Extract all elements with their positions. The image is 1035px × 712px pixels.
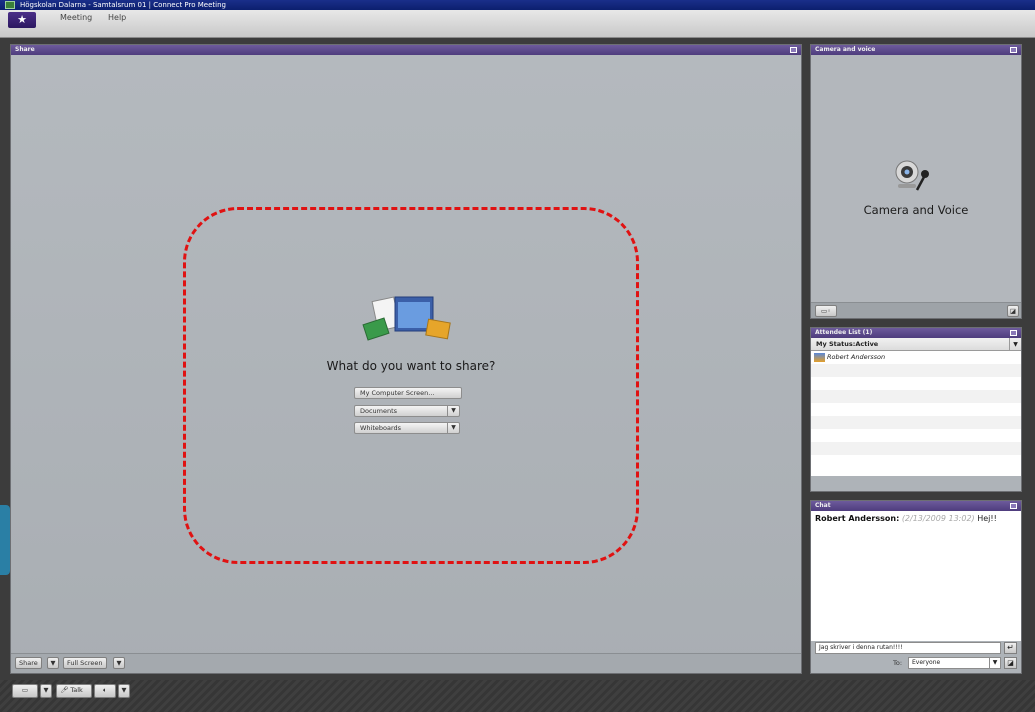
pod-menu-icon[interactable]: ◪ — [1007, 305, 1019, 317]
list-item-empty — [811, 364, 1021, 377]
share-documents-label: Documents — [360, 407, 398, 415]
full-screen-button[interactable]: Full Screen — [63, 657, 107, 669]
chevron-down-icon[interactable]: ▼ — [40, 684, 52, 698]
list-item-empty — [811, 390, 1021, 403]
menu-bar: ★ Meeting Help — [0, 10, 1035, 38]
list-item-empty — [811, 442, 1021, 455]
chat-sender: Robert Andersson: — [815, 514, 900, 523]
chat-recipient-select[interactable]: Everyone ▼ — [908, 657, 1001, 669]
share-whiteboards-label: Whiteboards — [360, 424, 402, 432]
share-pod: Share What do you want to share? My Comp… — [10, 44, 802, 674]
chat-to-label: To: — [893, 659, 903, 667]
camera-voice-pod: Camera and voice Camera and Voice ▭◦ ◪ — [810, 44, 1022, 319]
chat-pod-title: Chat — [815, 502, 831, 509]
chevron-down-icon[interactable]: ▼ — [447, 406, 459, 416]
camera-pod-title: Camera and voice — [815, 46, 876, 53]
pod-options-icon[interactable] — [1010, 330, 1017, 336]
list-item-empty — [811, 377, 1021, 390]
share-pod-footer: Share ▼ Full Screen ▼ — [11, 653, 801, 673]
share-screen-button[interactable]: My Computer Screen... — [354, 387, 462, 399]
list-item[interactable]: Robert Andersson — [811, 351, 1021, 364]
side-panel-tab[interactable] — [0, 505, 10, 575]
camera-voice-label: Camera and Voice — [863, 203, 969, 217]
attendee-list: Robert Andersson — [811, 351, 1021, 476]
connect-logo-icon[interactable]: ★ — [8, 12, 36, 28]
attendee-list-pod: Attendee List (1) My Status:Active ▼ Rob… — [810, 327, 1022, 492]
share-content-icon — [362, 296, 451, 341]
share-screen-label: My Computer Screen... — [360, 389, 435, 397]
host-user-icon — [814, 353, 825, 362]
webcam-microphone-icon — [895, 160, 929, 191]
camera-voice-toggle-button[interactable]: ▭◦ — [815, 305, 837, 317]
menu-meeting[interactable]: Meeting — [60, 13, 92, 22]
chat-recipient-value: Everyone — [912, 659, 941, 666]
share-whiteboards-button[interactable]: Whiteboards ▼ — [354, 422, 460, 434]
pod-menu-icon[interactable]: ◪ — [1004, 657, 1017, 669]
chat-pod-header: Chat — [811, 501, 1021, 511]
share-menu-button[interactable]: Share — [15, 657, 42, 669]
annotation-dashed-outline — [183, 207, 639, 564]
chevron-down-icon[interactable]: ▼ — [113, 657, 125, 669]
camera-pod-header: Camera and voice — [811, 45, 1021, 55]
camera-button[interactable]: ▭ — [12, 684, 38, 698]
camera-pod-footer: ▭◦ ◪ — [811, 302, 1021, 318]
list-item-empty — [811, 416, 1021, 429]
send-message-icon[interactable]: ↵ — [1004, 642, 1017, 654]
app-icon — [5, 1, 15, 9]
my-status-selector[interactable]: My Status:Active ▼ — [811, 338, 1021, 351]
pod-options-icon[interactable] — [790, 47, 797, 53]
chevron-down-icon[interactable]: ▼ — [1009, 338, 1021, 350]
chat-text: Hej!! — [977, 514, 997, 523]
window-title-bar: Högskolan Dalarna - Samtalsrum 01 | Conn… — [0, 0, 1035, 10]
pod-options-icon[interactable] — [1010, 47, 1017, 53]
list-item-empty — [811, 429, 1021, 442]
chevron-down-icon[interactable]: ▼ — [118, 684, 130, 698]
attendee-pod-header: Attendee List (1) — [811, 328, 1021, 338]
share-question-text: What do you want to share? — [326, 359, 496, 373]
list-item-empty — [811, 403, 1021, 416]
chevron-down-icon[interactable]: ▼ — [447, 423, 459, 433]
chat-pod: Chat Robert Andersson: (2/13/2009 13:02)… — [810, 500, 1022, 674]
menu-help[interactable]: Help — [108, 13, 126, 22]
chevron-down-icon[interactable]: ▼ — [47, 657, 59, 669]
window-title: Högskolan Dalarna - Samtalsrum 01 | Conn… — [20, 1, 226, 9]
microphone-icon: 🎤︎ — [60, 686, 69, 694]
talk-label: Talk — [70, 686, 83, 694]
share-documents-button[interactable]: Documents ▼ — [354, 405, 460, 417]
bottom-toolbar: ▭ ▼ 🎤︎ Talk 🔈︎ ▼ — [0, 680, 1035, 712]
chevron-down-icon[interactable]: ▼ — [989, 658, 1000, 668]
share-pod-body: What do you want to share? My Computer S… — [11, 55, 801, 673]
talk-button[interactable]: 🎤︎ Talk — [56, 684, 92, 698]
chat-message: Robert Andersson: (2/13/2009 13:02) Hej!… — [815, 514, 1017, 523]
camera-pod-body: Camera and Voice — [811, 55, 1021, 302]
attendee-name: Robert Andersson — [827, 353, 886, 361]
speaker-button[interactable]: 🔈︎ — [94, 684, 116, 698]
share-pod-title: Share — [15, 46, 35, 53]
share-pod-header: Share — [11, 45, 801, 55]
chat-message-area: Robert Andersson: (2/13/2009 13:02) Hej!… — [811, 511, 1021, 641]
chat-input[interactable]: Jag skriver i denna rutan!!!! — [815, 642, 1001, 654]
pod-options-icon[interactable] — [1010, 503, 1017, 509]
attendee-pod-title: Attendee List (1) — [815, 329, 873, 336]
chat-timestamp: (2/13/2009 13:02) — [901, 514, 975, 523]
my-status-label: My Status:Active — [816, 340, 879, 348]
